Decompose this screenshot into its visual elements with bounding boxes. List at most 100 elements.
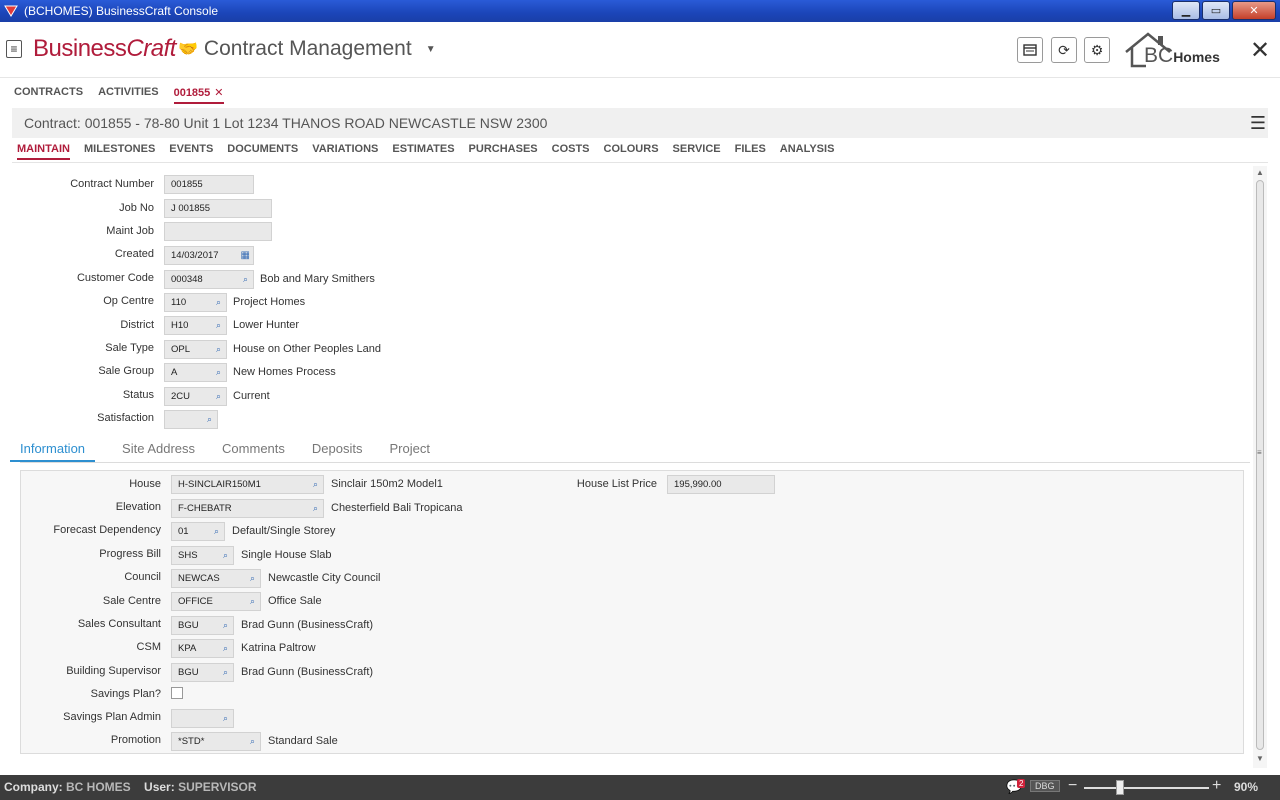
search-icon[interactable]: ⌕ [223, 547, 228, 564]
zoom-slider-handle[interactable] [1116, 780, 1124, 795]
elevation-field[interactable]: F-CHEBATR ⌕ [171, 499, 324, 518]
tab-service[interactable]: SERVICE [673, 143, 721, 160]
promotion-desc: Standard Sale [268, 735, 338, 747]
tab-files[interactable]: FILES [735, 143, 766, 160]
search-icon[interactable]: ⌕ [313, 500, 318, 517]
tab-variations[interactable]: VARIATIONS [312, 143, 378, 160]
tab-documents[interactable]: DOCUMENTS [227, 143, 298, 160]
forecast-dependency-desc: Default/Single Storey [232, 525, 336, 537]
tab-costs[interactable]: COSTS [552, 143, 590, 160]
scrollbar-thumb[interactable] [1256, 180, 1264, 750]
debug-button[interactable]: DBG [1030, 780, 1060, 792]
tab-project[interactable]: Project [389, 441, 429, 462]
house-desc: Sinclair 150m2 Model1 [331, 478, 443, 490]
calendar-view-button[interactable] [1017, 37, 1043, 63]
search-icon[interactable]: ⌕ [243, 271, 248, 288]
search-icon[interactable]: ⌕ [223, 617, 228, 634]
search-icon[interactable]: ⌕ [216, 388, 221, 405]
main-menu-button[interactable]: ≡ [6, 40, 22, 58]
house-list-price-field[interactable]: 195,990.00 [667, 475, 775, 494]
search-icon[interactable]: ⌕ [216, 317, 221, 334]
sale-centre-field[interactable]: OFFICE ⌕ [171, 592, 261, 611]
tab-deposits[interactable]: Deposits [312, 441, 363, 462]
close-module-icon[interactable]: ✕ [1250, 36, 1270, 65]
search-icon[interactable]: ⌕ [313, 476, 318, 493]
district-field[interactable]: H10 ⌕ [164, 316, 227, 335]
house-field[interactable]: H-SINCLAIR150M1 ⌕ [171, 475, 324, 494]
job-no-field[interactable]: J 001855 [164, 199, 272, 218]
document-tabs: CONTRACTS ACTIVITIES 001855 ✕ [14, 86, 224, 104]
tab-maintain[interactable]: MAINTAIN [17, 143, 70, 160]
progress-bill-field[interactable]: SHS ⌕ [171, 546, 234, 565]
tab-comments[interactable]: Comments [222, 441, 285, 462]
refresh-icon: ⟳ [1058, 41, 1070, 58]
csm-field[interactable]: KPA ⌕ [171, 639, 234, 658]
vertical-scrollbar[interactable]: ▲ ≡ ▼ [1253, 166, 1267, 768]
sales-consultant-field[interactable]: BGU ⌕ [171, 616, 234, 635]
search-icon[interactable]: ⌕ [250, 593, 255, 610]
op-centre-field[interactable]: 110 ⌕ [164, 293, 227, 312]
settings-button[interactable]: ⚙ [1084, 37, 1110, 63]
search-icon[interactable]: ⌕ [216, 341, 221, 358]
maint-job-field[interactable] [164, 222, 272, 241]
forecast-dependency-field[interactable]: 01 ⌕ [171, 522, 225, 541]
search-icon[interactable]: ⌕ [216, 294, 221, 311]
search-icon[interactable]: ⌕ [250, 733, 255, 750]
contract-number-value: 001855 [171, 179, 203, 190]
created-date-field[interactable]: 14/03/2017 ▦ [164, 246, 254, 265]
tab-site-address[interactable]: Site Address [122, 441, 195, 462]
hamburger-menu-icon[interactable]: ☰ [1250, 113, 1266, 134]
tab-current-contract[interactable]: 001855 ✕ [173, 86, 224, 104]
minimize-button[interactable]: ▁ [1172, 1, 1200, 20]
job-no-label: Job No [119, 202, 154, 214]
building-supervisor-field[interactable]: BGU ⌕ [171, 663, 234, 682]
promotion-label: Promotion [110, 734, 161, 746]
tab-activities[interactable]: ACTIVITIES [98, 86, 159, 104]
satisfaction-field[interactable]: ⌕ [164, 410, 218, 429]
contract-header: Contract: 001855 - 78-80 Unit 1 Lot 1234… [12, 108, 1268, 138]
search-icon[interactable]: ⌕ [223, 710, 228, 727]
tab-contracts[interactable]: CONTRACTS [14, 86, 83, 104]
contract-number-field[interactable]: 001855 [164, 175, 254, 194]
section-tabs: MAINTAIN MILESTONES EVENTS DOCUMENTS VAR… [17, 143, 834, 160]
company-value: BC HOMES [66, 780, 131, 794]
window-title: (BCHOMES) BusinessCraft Console [24, 4, 219, 18]
zoom-slider[interactable] [1084, 787, 1209, 789]
close-tab-icon[interactable]: ✕ [214, 87, 223, 99]
search-icon[interactable]: ⌕ [207, 411, 212, 428]
maximize-button[interactable]: ▭ [1202, 1, 1230, 20]
tab-estimates[interactable]: ESTIMATES [392, 143, 454, 160]
forecast-dependency-label: Forecast Dependency [53, 524, 161, 536]
search-icon[interactable]: ⌕ [250, 570, 255, 587]
sale-group-field[interactable]: A ⌕ [164, 363, 227, 382]
search-icon[interactable]: ⌕ [223, 664, 228, 681]
search-icon[interactable]: ⌕ [214, 523, 219, 540]
sales-consultant-label: Sales Consultant [77, 618, 161, 630]
zoom-in-icon[interactable]: + [1212, 777, 1221, 795]
refresh-button[interactable]: ⟳ [1051, 37, 1077, 63]
customer-code-field[interactable]: 000348 ⌕ [164, 270, 254, 289]
contract-title: Contract: 001855 - 78-80 Unit 1 Lot 1234… [24, 115, 548, 131]
window-close-button[interactable]: ✕ [1232, 1, 1276, 20]
sale-type-field[interactable]: OPL ⌕ [164, 340, 227, 359]
tab-milestones[interactable]: MILESTONES [84, 143, 155, 160]
council-field[interactable]: NEWCAS ⌕ [171, 569, 261, 588]
tab-information[interactable]: Information [10, 441, 96, 462]
scroll-down-icon[interactable]: ▼ [1256, 754, 1264, 763]
savings-plan-admin-field[interactable]: ⌕ [171, 709, 234, 728]
tab-colours[interactable]: COLOURS [604, 143, 659, 160]
search-icon[interactable]: ⌕ [216, 364, 221, 381]
savings-plan-checkbox[interactable] [171, 687, 183, 699]
tab-purchases[interactable]: PURCHASES [469, 143, 538, 160]
op-centre-value: 110 [171, 297, 187, 308]
zoom-out-icon[interactable]: − [1068, 777, 1077, 795]
promotion-field[interactable]: *STD* ⌕ [171, 732, 261, 751]
calendar-icon[interactable]: ▦ [241, 247, 250, 264]
handshake-icon: 🤝 [178, 41, 198, 58]
status-field[interactable]: 2CU ⌕ [164, 387, 227, 406]
tab-analysis[interactable]: ANALYSIS [780, 143, 835, 160]
scroll-up-icon[interactable]: ▲ [1256, 168, 1264, 177]
search-icon[interactable]: ⌕ [223, 640, 228, 657]
module-selector[interactable]: 🤝 Contract Management ▼ [178, 37, 436, 61]
tab-events[interactable]: EVENTS [169, 143, 213, 160]
